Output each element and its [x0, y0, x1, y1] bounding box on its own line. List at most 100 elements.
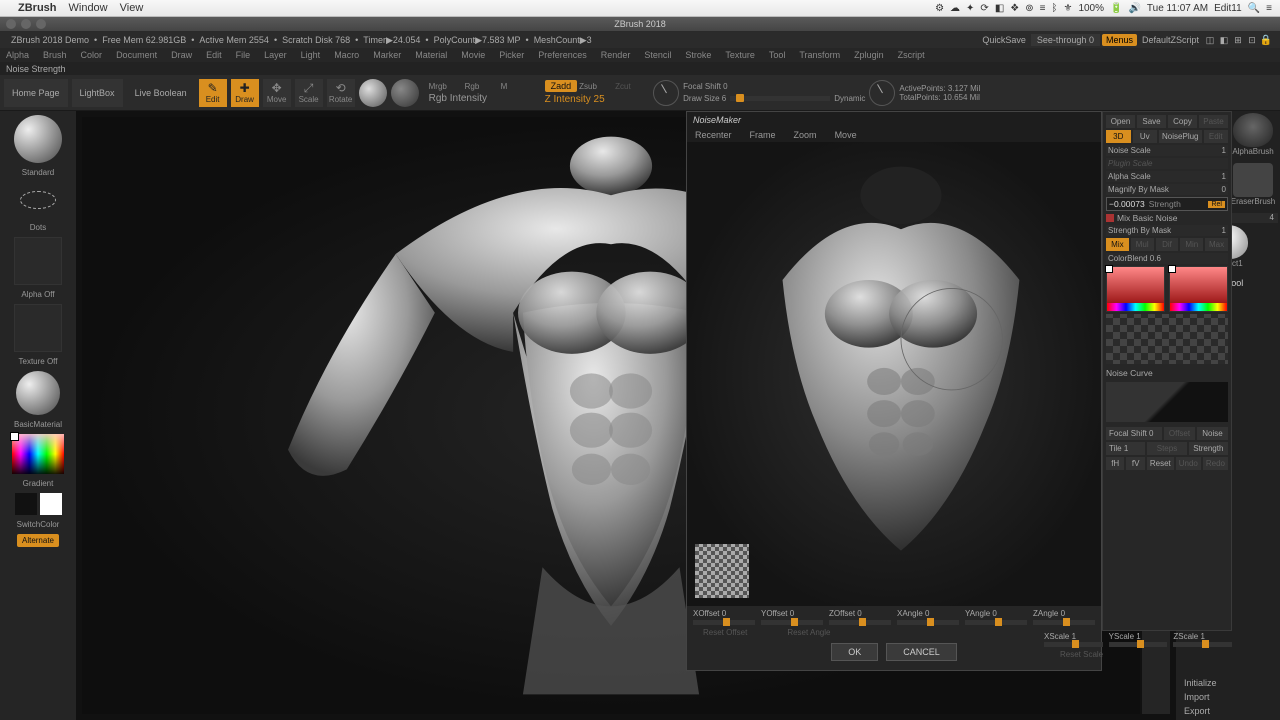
siri-icon[interactable]: ≡: [1266, 3, 1272, 14]
menu-item[interactable]: Transform: [799, 50, 840, 60]
material-ball[interactable]: [391, 79, 419, 107]
menu-item[interactable]: Edit: [206, 50, 222, 60]
dynamic-toggle[interactable]: Dynamic: [834, 94, 865, 103]
menu-item[interactable]: Alpha: [6, 50, 29, 60]
blend-mix[interactable]: Mix: [1106, 238, 1129, 251]
color-a[interactable]: [1106, 266, 1165, 312]
yoffset-slider[interactable]: YOffset 0: [761, 609, 823, 625]
menu-view[interactable]: View: [120, 2, 144, 14]
ok-button[interactable]: OK: [831, 643, 878, 661]
move-mode-button[interactable]: ✥Move: [263, 79, 291, 107]
offset-button[interactable]: Offset: [1164, 427, 1195, 440]
layout-icon[interactable]: ⊡: [1246, 34, 1258, 46]
zadd-button[interactable]: Zadd: [545, 80, 578, 92]
paste-button[interactable]: Paste: [1199, 115, 1228, 128]
color-swatch[interactable]: [15, 493, 37, 515]
menu-item[interactable]: Layer: [264, 50, 287, 60]
uv-button[interactable]: Uv: [1133, 130, 1158, 143]
menu-item[interactable]: Picker: [499, 50, 524, 60]
yscale-slider[interactable]: YScale 1: [1109, 632, 1168, 647]
focal-gauge[interactable]: [653, 80, 679, 106]
zscale-slider[interactable]: ZScale 1: [1173, 632, 1232, 647]
mrgb-button[interactable]: Mrgb: [429, 82, 463, 91]
noise-scale-slider[interactable]: Noise Scale1: [1106, 145, 1228, 156]
menu-item[interactable]: Marker: [373, 50, 401, 60]
menu-item[interactable]: Brush: [43, 50, 67, 60]
xoffset-slider[interactable]: XOffset 0: [693, 609, 755, 625]
reset-offset[interactable]: Reset Offset: [703, 628, 747, 637]
brush-thumb[interactable]: [14, 115, 62, 163]
zoom-button[interactable]: Zoom: [794, 130, 817, 140]
brush-icon[interactable]: [1233, 113, 1273, 147]
initialize-button[interactable]: Initialize: [1178, 676, 1278, 690]
move-button[interactable]: Move: [835, 130, 857, 140]
layout-icon[interactable]: ◫: [1204, 34, 1216, 46]
blend-mul[interactable]: Mul: [1131, 238, 1154, 251]
menu-item[interactable]: Texture: [725, 50, 755, 60]
size-gauge[interactable]: [869, 80, 895, 106]
frame-button[interactable]: Frame: [750, 130, 776, 140]
strength-mask-slider[interactable]: Strength By Mask1: [1106, 225, 1228, 236]
default-zscript[interactable]: DefaultZScript: [1139, 35, 1202, 45]
steps-button[interactable]: Steps: [1147, 442, 1186, 455]
minimize-icon[interactable]: [21, 19, 31, 29]
menus-toggle[interactable]: Menus: [1102, 34, 1137, 46]
quicksave-button[interactable]: QuickSave: [979, 35, 1029, 45]
export-button[interactable]: Export: [1178, 704, 1278, 718]
rgb-button[interactable]: Rgb: [465, 82, 499, 91]
zcut-button[interactable]: Zcut: [615, 82, 649, 91]
magnify-slider[interactable]: Magnify By Mask0: [1106, 184, 1228, 195]
cancel-button[interactable]: CANCEL: [886, 643, 957, 661]
zangle-slider[interactable]: ZAngle 0: [1033, 609, 1095, 625]
rgb-intensity-slider[interactable]: Rgb Intensity: [429, 93, 535, 104]
color-swatch[interactable]: [40, 493, 62, 515]
mix-basic-checkbox[interactable]: Mix Basic Noise: [1106, 213, 1228, 223]
save-button[interactable]: Save: [1137, 115, 1166, 128]
texture-thumb[interactable]: [14, 304, 62, 352]
menu-item[interactable]: Tool: [769, 50, 786, 60]
seethrough-slider[interactable]: See-through 0: [1031, 34, 1100, 46]
noisemaker-viewport[interactable]: [687, 142, 1101, 606]
noise-thumb[interactable]: [695, 544, 749, 598]
xscale-slider[interactable]: XScale 1: [1044, 632, 1103, 647]
scale-mode-button[interactable]: ⤢Scale: [295, 79, 323, 107]
draw-size-slider[interactable]: [730, 96, 830, 101]
edit-button[interactable]: Edit: [1204, 130, 1229, 143]
menu-item[interactable]: Zscript: [898, 50, 925, 60]
draw-mode-button[interactable]: ✚Draw: [231, 79, 259, 107]
yangle-slider[interactable]: YAngle 0: [965, 609, 1027, 625]
alpha-thumb[interactable]: [14, 237, 62, 285]
material-thumb[interactable]: [16, 371, 60, 415]
spotlight-icon[interactable]: 🔍: [1248, 3, 1260, 14]
liveboolean-button[interactable]: Live Boolean: [127, 79, 195, 107]
edit-mode-button[interactable]: ✎Edit: [199, 79, 227, 107]
undo-button[interactable]: Undo: [1176, 457, 1201, 470]
menu-item[interactable]: Movie: [461, 50, 485, 60]
blend-dif[interactable]: Dif: [1156, 238, 1179, 251]
m-button[interactable]: M: [501, 82, 535, 91]
menu-item[interactable]: Material: [415, 50, 447, 60]
zsub-button[interactable]: Zsub: [579, 82, 613, 91]
gyro-ball[interactable]: [359, 79, 387, 107]
menu-item[interactable]: Macro: [334, 50, 359, 60]
switch-color[interactable]: SwitchColor: [17, 518, 60, 531]
stroke-thumb[interactable]: [14, 182, 62, 218]
copy-button[interactable]: Copy: [1168, 115, 1197, 128]
noiseplug-button[interactable]: NoisePlug: [1159, 130, 1201, 143]
brush-icon[interactable]: [1233, 163, 1273, 197]
close-icon[interactable]: [6, 19, 16, 29]
gradient-label[interactable]: Gradient: [23, 477, 54, 490]
lightbox-button[interactable]: LightBox: [72, 79, 123, 107]
colorblend-slider[interactable]: ColorBlend 0.6: [1106, 253, 1228, 264]
recenter-button[interactable]: Recenter: [695, 130, 732, 140]
reset-scale[interactable]: Reset Scale: [1060, 650, 1103, 659]
menu-item[interactable]: Preferences: [538, 50, 587, 60]
reset-button[interactable]: Reset: [1147, 457, 1174, 470]
menu-item[interactable]: Render: [601, 50, 631, 60]
zoffset-slider[interactable]: ZOffset 0: [829, 609, 891, 625]
layout-icon[interactable]: ◧: [1218, 34, 1230, 46]
menu-item[interactable]: Zplugin: [854, 50, 884, 60]
fv-button[interactable]: fV: [1126, 457, 1144, 470]
redo-button[interactable]: Redo: [1203, 457, 1228, 470]
xangle-slider[interactable]: XAngle 0: [897, 609, 959, 625]
